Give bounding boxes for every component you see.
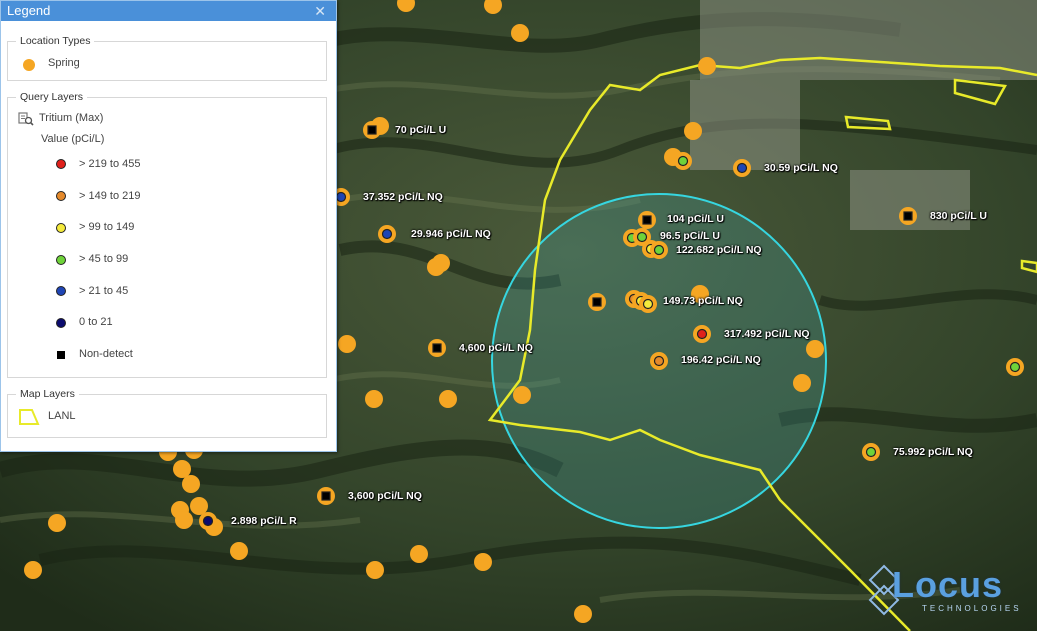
map-label: 96.5 pCi/L U — [660, 230, 720, 242]
map-label: 75.992 pCi/L NQ — [893, 446, 973, 458]
spring-marker[interactable] — [48, 514, 66, 532]
non-detect-label: Non-detect — [79, 348, 133, 360]
map-label: 2.898 pCi/L R — [231, 515, 297, 527]
group-caption: Map Layers — [16, 388, 79, 400]
result-marker[interactable] — [1006, 358, 1024, 376]
spring-marker[interactable] — [173, 460, 191, 478]
spring-marker[interactable] — [410, 545, 428, 563]
nondetect-marker[interactable] — [363, 121, 381, 139]
range-label: > 149 to 219 — [79, 190, 141, 202]
query-layers-group: Query Layers Tritium (Max) Value (pCi/L)… — [7, 91, 327, 378]
nondetect-marker[interactable] — [317, 487, 335, 505]
spring-marker[interactable] — [511, 24, 529, 42]
map-label: 30.59 pCi/L NQ — [764, 162, 838, 174]
result-marker[interactable] — [639, 295, 657, 313]
range-swatch-icon — [56, 286, 66, 296]
result-marker[interactable] — [199, 512, 217, 530]
range-swatch-icon — [56, 223, 66, 233]
spring-marker[interactable] — [175, 511, 193, 529]
query-layer-icon — [18, 112, 34, 126]
non-detect-swatch-icon — [57, 351, 65, 359]
range-swatch-icon — [56, 159, 66, 169]
range-swatch-icon — [56, 255, 66, 265]
map-label: 4,600 pCi/L NQ — [459, 342, 533, 354]
spring-marker[interactable] — [684, 122, 702, 140]
result-marker[interactable] — [862, 443, 880, 461]
map-label: 29.946 pCi/L NQ — [411, 228, 491, 240]
range-label: 0 to 21 — [79, 316, 113, 328]
nondetect-marker[interactable] — [638, 211, 656, 229]
result-marker[interactable] — [378, 225, 396, 243]
result-marker[interactable] — [674, 152, 692, 170]
legend-item-label: Spring — [48, 57, 80, 69]
map-label: 37.352 pCi/L NQ — [363, 191, 443, 203]
result-marker[interactable] — [693, 325, 711, 343]
spring-marker[interactable] — [513, 386, 531, 404]
spring-marker[interactable] — [338, 335, 356, 353]
range-swatch-icon — [56, 191, 66, 201]
map-label: 830 pCi/L U — [930, 210, 987, 222]
result-marker[interactable] — [650, 352, 668, 370]
spring-marker[interactable] — [574, 605, 592, 623]
lanl-swatch-icon — [19, 409, 40, 425]
spring-marker[interactable] — [365, 390, 383, 408]
spring-marker[interactable] — [366, 561, 384, 579]
map-label: 70 pCi/L U — [395, 124, 447, 136]
query-layer-name: Tritium (Max) — [39, 112, 104, 124]
range-swatch-icon — [56, 318, 66, 328]
spring-marker[interactable] — [182, 475, 200, 493]
range-label: > 219 to 455 — [79, 158, 141, 170]
group-caption: Query Layers — [16, 91, 88, 103]
value-title: Value (pCi/L) — [41, 133, 105, 145]
locus-logo: Locus TECHNOLOGIES — [868, 564, 1028, 620]
map-label: 149.73 pCi/L NQ — [663, 295, 743, 307]
spring-marker[interactable] — [190, 497, 208, 515]
map-label: 196.42 pCi/L NQ — [681, 354, 761, 366]
map-layers-group: Map Layers LANL — [7, 388, 327, 438]
spring-swatch-icon — [23, 59, 35, 71]
legend-panel[interactable]: Legend ✕ Location Types Spring Query Lay… — [0, 0, 337, 452]
spring-marker[interactable] — [230, 542, 248, 560]
close-icon[interactable]: ✕ — [314, 1, 326, 21]
map-label: 317.492 pCi/L NQ — [724, 328, 810, 340]
spring-marker[interactable] — [806, 340, 824, 358]
spring-marker[interactable] — [24, 561, 42, 579]
nondetect-marker[interactable] — [588, 293, 606, 311]
spring-marker[interactable] — [427, 258, 445, 276]
spring-marker[interactable] — [698, 57, 716, 75]
nondetect-marker[interactable] — [899, 207, 917, 225]
group-caption: Location Types — [16, 35, 95, 47]
result-marker[interactable] — [650, 241, 668, 259]
logo-subtitle: TECHNOLOGIES — [922, 604, 1022, 613]
result-marker[interactable] — [733, 159, 751, 177]
spring-marker[interactable] — [439, 390, 457, 408]
range-label: > 99 to 149 — [79, 221, 135, 233]
logo-name: Locus — [892, 564, 1004, 605]
legend-title: Legend — [7, 3, 51, 18]
map-label: 104 pCi/L U — [667, 213, 724, 225]
map-label: 122.682 pCi/L NQ — [676, 244, 762, 256]
map-label: 3,600 pCi/L NQ — [348, 490, 422, 502]
location-types-group: Location Types Spring — [7, 35, 327, 81]
nondetect-marker[interactable] — [428, 339, 446, 357]
legend-item-label: LANL — [48, 410, 76, 422]
range-label: > 45 to 99 — [79, 253, 129, 265]
range-label: > 21 to 45 — [79, 285, 129, 297]
legend-header: Legend ✕ — [1, 1, 336, 21]
spring-marker[interactable] — [474, 553, 492, 571]
spring-marker[interactable] — [793, 374, 811, 392]
